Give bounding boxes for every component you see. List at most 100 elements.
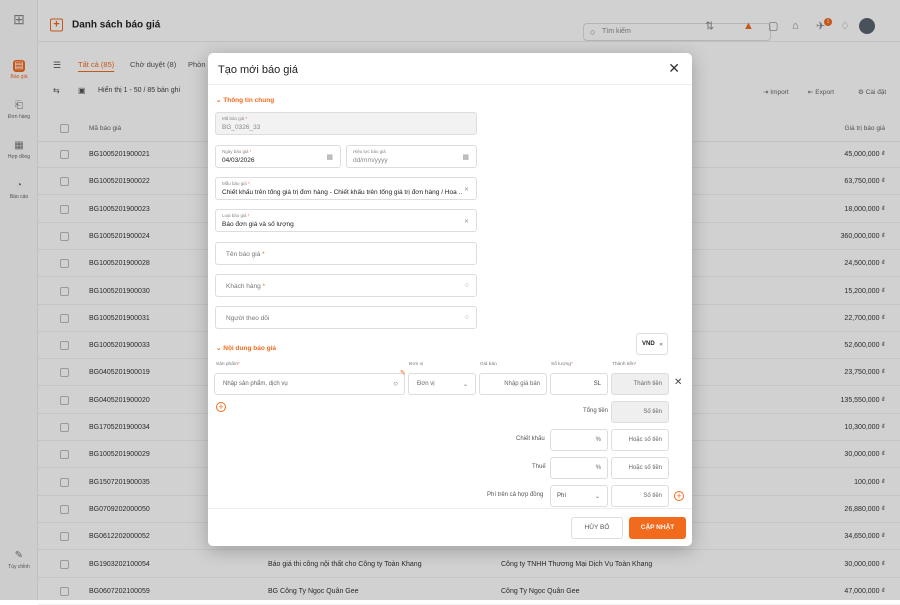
cancel-button[interactable]: HỦY BỎ	[571, 517, 623, 539]
percent-suffix: %	[595, 465, 601, 471]
discount-amount-input[interactable]: Hoặc số tiền	[611, 429, 669, 451]
quote-code-value: BG_0326_33	[222, 124, 261, 131]
fee-amount-input[interactable]: Số tiền	[611, 485, 669, 507]
required-mark: *	[248, 181, 250, 186]
col-label-text: Thành tiền	[612, 362, 635, 367]
col-unit-label: Đơn vị	[409, 362, 424, 367]
percent-suffix: %	[595, 437, 601, 443]
quote-name-placeholder: Tên báo giá *	[226, 251, 265, 258]
required-mark: *	[249, 149, 252, 154]
modal-footer: HỦY BỎ CẬP NHẬT	[208, 508, 692, 546]
app-root: ⊞ ▤ Báo giá ⎗ Đơn hàng ▦ Hợp đồng ◔ Báo …	[0, 0, 900, 605]
tax-amount-placeholder: Hoặc số tiền	[628, 465, 662, 471]
tax-percent-input[interactable]: %	[550, 457, 608, 479]
required-mark: *	[262, 251, 265, 258]
fee-type-value: Phí	[557, 493, 567, 499]
total-label: Tổng tiền	[583, 408, 609, 414]
field-label: Mẫu báo giá *	[222, 181, 250, 186]
field-label: Ngày báo giá *	[222, 149, 252, 154]
product-placeholder: Nhập sản phẩm, dịch vụ	[223, 381, 288, 387]
section-content[interactable]: ⌄ Nội dung báo giá	[216, 344, 276, 352]
follower-placeholder: Người theo dõi	[226, 315, 270, 322]
required-mark: *	[570, 362, 573, 367]
tax-amount-input[interactable]: Hoặc số tiền	[611, 457, 669, 479]
unit-select[interactable]: Đơn vị ⌄	[408, 373, 476, 395]
placeholder-text: Khách hàng	[226, 283, 261, 290]
amount-field: Thành tiền	[611, 373, 669, 395]
col-label-text: Số lượng	[551, 362, 571, 367]
quote-type-select[interactable]: Loại báo giá * Báo đơn giá và số lượng ✕	[215, 209, 477, 232]
search-icon[interactable]: ○	[465, 282, 469, 289]
calendar-icon[interactable]: ▦	[326, 153, 333, 161]
section-general-label: Thông tin chung	[223, 97, 275, 104]
required-mark: *	[262, 283, 266, 290]
col-product-label: Sản phẩm*	[216, 362, 240, 367]
quantity-suffix: SL	[593, 381, 601, 387]
required-mark: *	[237, 362, 240, 367]
quantity-input[interactable]: SL	[550, 373, 608, 395]
total-placeholder: Số tiền	[643, 409, 662, 415]
add-fee-icon[interactable]: +	[674, 491, 684, 501]
create-quote-modal: Tạo mới báo giá ✕ ⌄ Thông tin chung Mã b…	[208, 53, 692, 546]
customer-select[interactable]: Khách hàng * ○	[215, 274, 477, 297]
field-label: Loại báo giá *	[222, 213, 250, 218]
modal-header: Tạo mới báo giá ✕	[208, 53, 692, 85]
tag-icon[interactable]: ✎	[400, 369, 406, 377]
discount-label: Chiết khấu	[516, 436, 545, 442]
field-label-text: Ngày báo giá	[222, 149, 249, 154]
section-content-label: Nội dung báo giá	[223, 345, 276, 352]
placeholder-text: Tên báo giá	[226, 251, 261, 258]
fee-label: Phí trên cả hợp đồng	[487, 492, 544, 498]
discount-amount-placeholder: Hoặc số tiền	[628, 437, 662, 443]
template-value: Chiết khấu trên tổng giá trị đơn hàng - …	[222, 189, 462, 196]
fee-type-select[interactable]: Phí ⌄	[550, 485, 608, 507]
quote-name-input[interactable]: Tên báo giá *	[215, 242, 477, 265]
search-icon[interactable]: ○	[393, 379, 398, 388]
quote-code-field: Mã báo giá * BG_0326_33	[215, 112, 477, 135]
search-icon[interactable]: ○	[465, 314, 469, 321]
quote-type-value: Báo đơn giá và số lượng	[222, 221, 294, 228]
template-select[interactable]: Mẫu báo giá * Chiết khấu trên tổng giá t…	[215, 177, 477, 200]
required-mark: *	[247, 213, 250, 218]
quote-date-field[interactable]: Ngày báo giá * 04/03/2026 ▦	[215, 145, 341, 168]
quote-date-value: 04/03/2026	[222, 157, 255, 164]
section-general[interactable]: ⌄ Thông tin chung	[216, 96, 274, 104]
field-label-text: Mã báo giá	[222, 116, 245, 121]
remove-row-icon[interactable]: ✕	[674, 377, 682, 388]
col-qty-label: Số lượng*	[551, 362, 573, 367]
currency-value: VND	[642, 341, 655, 347]
clear-icon[interactable]: ✕	[464, 218, 469, 225]
field-label-text: Loại báo giá	[222, 213, 247, 218]
customer-placeholder: Khách hàng *	[226, 283, 265, 290]
valid-until-field[interactable]: Hiệu lực báo giá dd/mm/yyyy ▦	[346, 145, 477, 168]
clear-icon[interactable]: ✕	[464, 186, 469, 193]
modal-body: ⌄ Thông tin chung Mã báo giá * BG_0326_3…	[208, 85, 692, 508]
field-label-text: Mẫu báo giá	[222, 181, 247, 186]
follower-select[interactable]: Người theo dõi ○	[215, 306, 477, 329]
calendar-icon[interactable]: ▦	[462, 153, 469, 161]
valid-until-value: dd/mm/yyyy	[353, 157, 388, 164]
modal-title: Tạo mới báo giá	[218, 64, 298, 76]
required-mark: *	[245, 116, 248, 121]
col-label-text: Sản phẩm	[216, 362, 238, 367]
fee-amount-placeholder: Số tiền	[643, 493, 662, 499]
chevron-down-icon: ⌄	[462, 382, 468, 388]
required-mark: *	[634, 362, 637, 367]
price-placeholder: Nhập giá bán	[504, 381, 540, 387]
amount-placeholder: Thành tiền	[633, 381, 662, 387]
price-input[interactable]: Nhập giá bán	[479, 373, 547, 395]
col-price-label: Giá bán	[480, 362, 497, 367]
product-input[interactable]: Nhập sản phẩm, dịch vụ ○	[214, 373, 405, 395]
tax-label: Thuế	[532, 464, 546, 470]
chevron-down-icon: ⌄	[594, 494, 600, 500]
add-row-icon[interactable]: +	[216, 402, 226, 412]
unit-placeholder: Đơn vị	[417, 381, 435, 387]
field-label: Hiệu lực báo giá	[353, 149, 386, 154]
close-icon[interactable]: ✕	[668, 61, 680, 75]
currency-select[interactable]: VND ✕	[636, 333, 668, 355]
discount-percent-input[interactable]: %	[550, 429, 608, 451]
field-label: Mã báo giá *	[222, 116, 247, 121]
col-amount-label: Thành tiền*	[612, 362, 637, 367]
submit-button[interactable]: CẬP NHẬT	[629, 517, 686, 539]
clear-icon[interactable]: ✕	[659, 342, 663, 348]
